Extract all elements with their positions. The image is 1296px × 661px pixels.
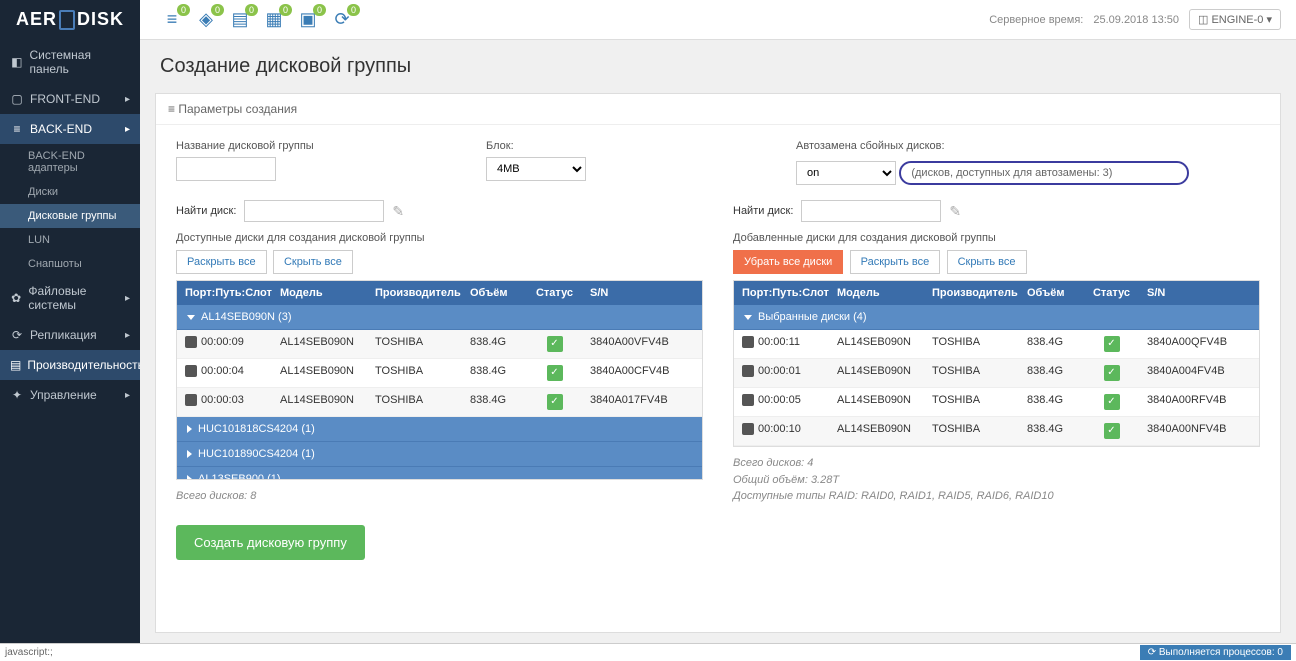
main: Создание дисковой группы ≡ Параметры соз… — [140, 40, 1296, 643]
page-title: Создание дисковой группы — [140, 40, 1296, 93]
server-time-value: 25.09.2018 13:50 — [1093, 14, 1179, 26]
status-ok-icon: ✓ — [1104, 336, 1120, 352]
top-icons: ≡0 ◈0 ▤0 ▦0 ▣0 ⟳0 — [140, 8, 354, 32]
expand-all-left[interactable]: Раскрыть все — [176, 250, 267, 274]
remove-all-button[interactable]: Убрать все диски — [733, 250, 843, 274]
left-summary: Всего дисков: 8 — [176, 488, 703, 505]
group-name-label: Название дисковой группы — [176, 140, 456, 152]
table-row[interactable]: 00:00:10AL14SEB090NTOSHIBA838.4G✓3840A00… — [734, 417, 1259, 446]
block-label: Блок: — [486, 140, 766, 152]
autoreplace-hint: (дисков, доступных для автозамены: 3) — [899, 161, 1189, 185]
find-disk-input-right[interactable] — [801, 200, 941, 222]
header-right: Серверное время: 25.09.2018 13:50 ◫ ENGI… — [989, 9, 1296, 30]
nav-item[interactable]: ▤Производительность▸ — [0, 350, 140, 380]
disk-icon[interactable]: ◈0 — [194, 8, 218, 32]
nav-item[interactable]: ◧Системная панель — [0, 40, 140, 84]
available-grid: Порт:Путь:Слот Модель Производитель Объё… — [176, 280, 703, 480]
nav-item[interactable]: ✿Файловые системы▸ — [0, 276, 140, 320]
added-title: Добавленные диски для создания дисковой … — [733, 232, 1260, 244]
card-header: ≡ Параметры создания — [156, 94, 1280, 125]
clear-icon[interactable]: ✎ — [949, 203, 961, 220]
db-icon[interactable]: ≡0 — [160, 8, 184, 32]
logo: AERDISK — [0, 0, 140, 40]
nav-sub-item[interactable]: Дисковые группы — [0, 204, 140, 228]
available-panel: Найти диск: ✎ Доступные диски для создан… — [176, 200, 703, 505]
find-disk-label-left: Найти диск: — [176, 205, 236, 217]
grid-header-left: Порт:Путь:Слот Модель Производитель Объё… — [177, 281, 702, 305]
collapse-all-right[interactable]: Скрыть все — [947, 250, 1027, 274]
top-header: AERDISK ≡0 ◈0 ▤0 ▦0 ▣0 ⟳0 Серверное врем… — [0, 0, 1296, 40]
footer-left: javascript:; — [5, 647, 53, 658]
table-row[interactable]: 00:00:01AL14SEB090NTOSHIBA838.4G✓3840A00… — [734, 359, 1259, 388]
group-icon[interactable]: ▦0 — [262, 8, 286, 32]
table-row[interactable]: 00:00:11AL14SEB090NTOSHIBA838.4G✓3840A00… — [734, 330, 1259, 359]
table-row[interactable]: 00:00:09AL14SEB090NTOSHIBA838.4G✓3840A00… — [177, 330, 702, 359]
content-card: ≡ Параметры создания Название дисковой г… — [155, 93, 1281, 633]
nav-item[interactable]: ▢FRONT-END▸ — [0, 84, 140, 114]
status-ok-icon: ✓ — [1104, 365, 1120, 381]
find-disk-label-right: Найти диск: — [733, 205, 793, 217]
nav-sub-item[interactable]: Снапшоты — [0, 252, 140, 276]
table-row[interactable]: 00:00:03AL14SEB090NTOSHIBA838.4G✓3840A01… — [177, 388, 702, 417]
available-title: Доступные диски для создания дисковой гр… — [176, 232, 703, 244]
server-time-label: Серверное время: — [989, 14, 1083, 26]
status-ok-icon: ✓ — [547, 336, 563, 352]
status-ok-icon: ✓ — [547, 394, 563, 410]
added-grid: Порт:Путь:Слот Модель Производитель Объё… — [733, 280, 1260, 447]
collapse-all-left[interactable]: Скрыть все — [273, 250, 353, 274]
nav-item[interactable]: ⟳Репликация▸ — [0, 320, 140, 350]
footer: javascript:; ⟳ Выполняется процессов: 0 — [0, 643, 1296, 661]
autoreplace-label: Автозамена сбойных дисков: — [796, 140, 1260, 152]
grid-header-right: Порт:Путь:Слот Модель Производитель Объё… — [734, 281, 1259, 305]
find-disk-input-left[interactable] — [244, 200, 384, 222]
create-group-button[interactable]: Создать дисковую группу — [176, 525, 365, 560]
status-ok-icon: ✓ — [547, 365, 563, 381]
nav-sub-item[interactable]: LUN — [0, 228, 140, 252]
storage-icon[interactable]: ▣0 — [296, 8, 320, 32]
nav-sub-item[interactable]: Диски — [0, 180, 140, 204]
group-name-input[interactable] — [176, 157, 276, 181]
disk-group[interactable]: AL13SEB900 (1) — [177, 467, 702, 480]
added-panel: Найти диск: ✎ Добавленные диски для созд… — [733, 200, 1260, 505]
expand-all-right[interactable]: Раскрыть все — [850, 250, 941, 274]
footer-processes[interactable]: ⟳ Выполняется процессов: 0 — [1140, 645, 1291, 660]
disk-group[interactable]: HUC101818CS4204 (1) — [177, 417, 702, 442]
status-ok-icon: ✓ — [1104, 423, 1120, 439]
right-summary: Всего дисков: 4 Общий объём: 3.28T Досту… — [733, 455, 1260, 505]
engine-selector[interactable]: ◫ ENGINE-0 ▾ — [1189, 9, 1281, 30]
table-row[interactable]: 00:00:05AL14SEB090NTOSHIBA838.4G✓3840A00… — [734, 388, 1259, 417]
clear-icon[interactable]: ✎ — [392, 203, 404, 220]
block-select[interactable]: 4MB — [486, 157, 586, 181]
sidebar: ◧Системная панель▢FRONT-END▸≡BACK-END▸BA… — [0, 40, 140, 643]
selected-group[interactable]: Выбранные диски (4) — [734, 305, 1259, 330]
signal-icon[interactable]: ⟳0 — [330, 8, 354, 32]
status-ok-icon: ✓ — [1104, 394, 1120, 410]
table-row[interactable]: 00:00:04AL14SEB090NTOSHIBA838.4G✓3840A00… — [177, 359, 702, 388]
server-icon[interactable]: ▤0 — [228, 8, 252, 32]
disk-group[interactable]: HUC101890CS4204 (1) — [177, 442, 702, 467]
disk-group[interactable]: AL14SEB090N (3) — [177, 305, 702, 330]
autoreplace-select[interactable]: on — [796, 161, 896, 185]
nav-item[interactable]: ≡BACK-END▸ — [0, 114, 140, 144]
nav-sub-item[interactable]: BACK-END адаптеры — [0, 144, 140, 180]
nav-item[interactable]: ✦Управление▸ — [0, 380, 140, 410]
